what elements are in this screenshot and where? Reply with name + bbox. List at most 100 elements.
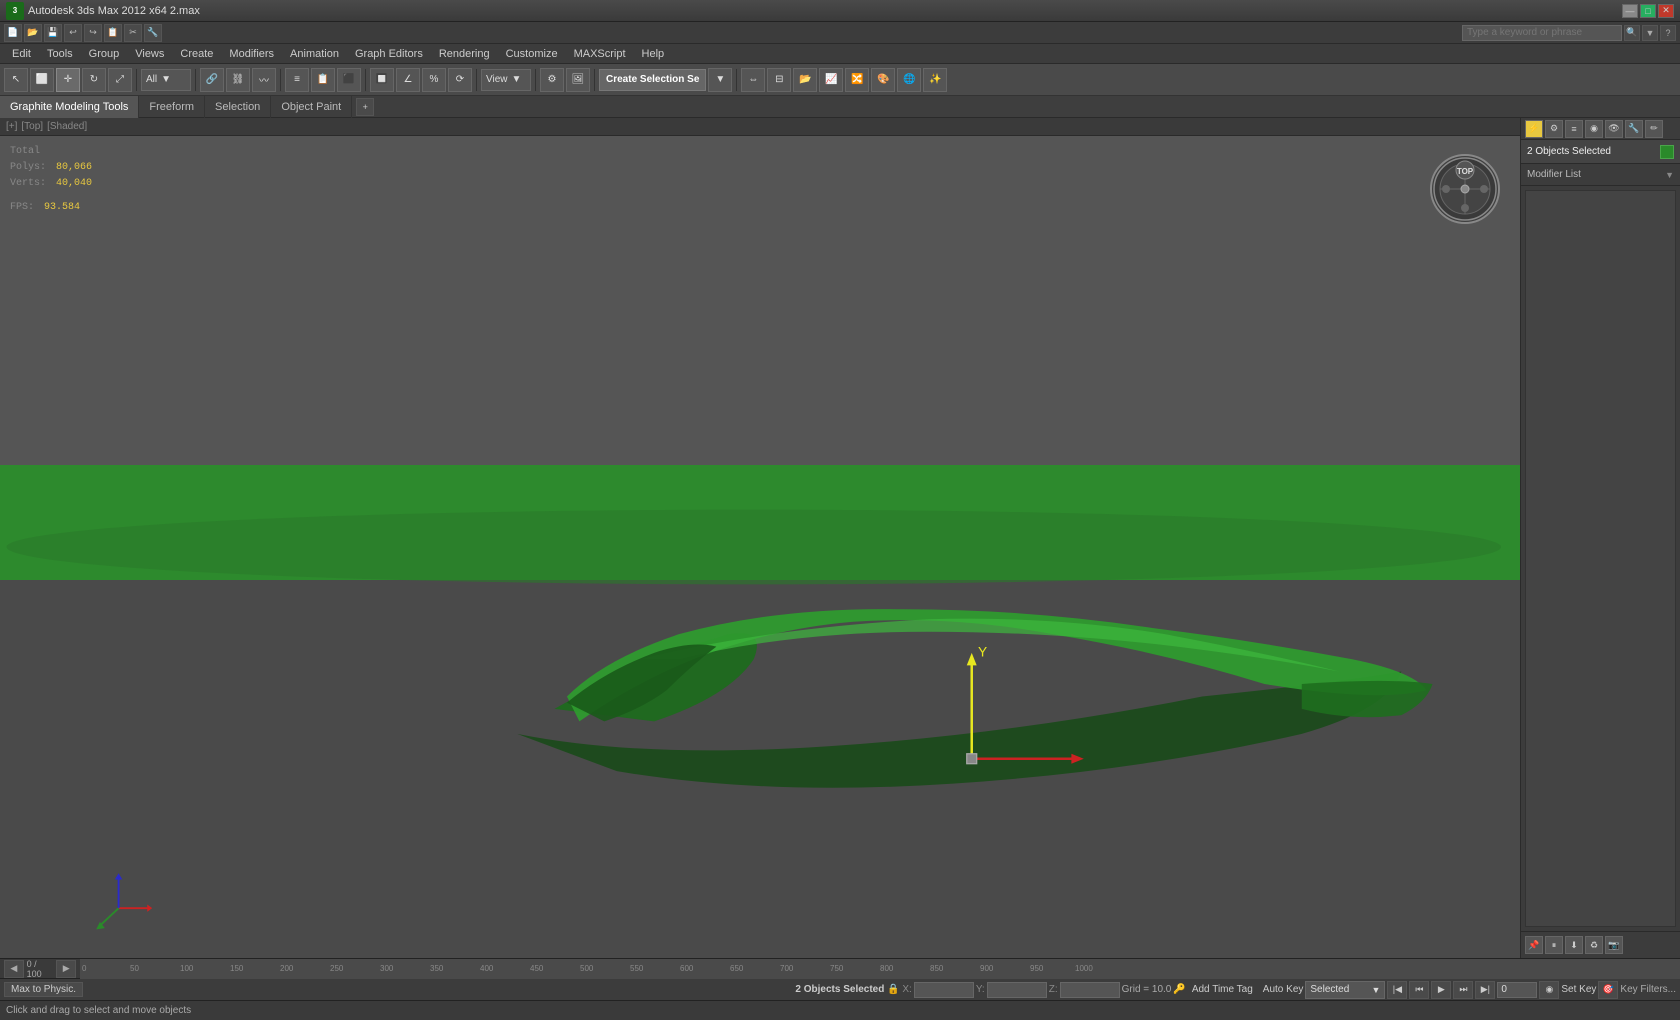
close-button[interactable]: ✕ <box>1658 4 1674 18</box>
render-env-btn[interactable]: 🌐 <box>897 68 921 92</box>
panel-icon-extra[interactable]: ✏ <box>1645 120 1663 138</box>
separator-5 <box>476 69 477 91</box>
bind-space-warp-btn[interactable]: 〰 <box>252 68 276 92</box>
menu-animation[interactable]: Animation <box>282 44 347 64</box>
scale-btn[interactable]: ⤢ <box>108 68 132 92</box>
down-arrow-btn[interactable]: ⬇ <box>1565 936 1583 954</box>
create-selection-button[interactable]: Create Selection Se <box>599 69 706 91</box>
toolbar-btn-7[interactable]: 🔧 <box>144 24 162 42</box>
maximize-button[interactable]: □ <box>1640 4 1656 18</box>
menu-views[interactable]: Views <box>127 44 172 64</box>
first-frame-btn[interactable]: |◀ <box>1387 981 1407 999</box>
window-crossing-btn[interactable]: ⬛ <box>337 68 361 92</box>
tab-selection[interactable]: Selection <box>205 96 271 118</box>
link-btn[interactable]: 🔗 <box>200 68 224 92</box>
search-button[interactable]: 🔍 <box>1624 25 1640 41</box>
layer-mgr-btn[interactable]: 📂 <box>793 68 817 92</box>
select-name-btn[interactable]: 📋 <box>311 68 335 92</box>
panel-icon-motion[interactable]: ◉ <box>1585 120 1603 138</box>
panel-icon-hierarchy[interactable]: ≡ <box>1565 120 1583 138</box>
svg-text:800: 800 <box>880 964 894 973</box>
next-frame-btn[interactable]: ▶ <box>56 960 76 978</box>
gizmo-compass[interactable]: TOP <box>1430 154 1500 224</box>
prev-key-btn[interactable]: ⏮ <box>1409 981 1429 999</box>
help-button[interactable]: ? <box>1660 25 1676 41</box>
render-effects-btn[interactable]: ✨ <box>923 68 947 92</box>
menu-help[interactable]: Help <box>634 44 673 64</box>
fps-label: FPS: <box>10 202 34 213</box>
spinner-snap-btn[interactable]: ⟳ <box>448 68 472 92</box>
select-object-btn[interactable]: ↖ <box>4 68 28 92</box>
svg-text:600: 600 <box>680 964 694 973</box>
minimize-button[interactable]: — <box>1622 4 1638 18</box>
separator-7 <box>594 69 595 91</box>
percent-snap-btn[interactable]: % <box>422 68 446 92</box>
z-coord-input[interactable] <box>1060 982 1120 998</box>
timeline-ruler[interactable]: 0 50 100 150 200 250 300 350 400 450 500… <box>80 959 1680 978</box>
modifier-list-bar[interactable]: Modifier List ▼ <box>1521 164 1680 186</box>
tab-freeform[interactable]: Freeform <box>139 96 205 118</box>
menu-rendering[interactable]: Rendering <box>431 44 498 64</box>
menu-tools[interactable]: Tools <box>39 44 81 64</box>
undo-button[interactable]: ↩ <box>64 24 82 42</box>
autokey-dropdown[interactable]: Selected ▼ <box>1305 981 1385 999</box>
set-key-btn[interactable]: ◉ <box>1539 981 1559 999</box>
menu-graph-editors[interactable]: Graph Editors <box>347 44 431 64</box>
tab-object-paint[interactable]: Object Paint <box>271 96 352 118</box>
search-extra-btn[interactable]: ▼ <box>1642 25 1658 41</box>
camera-btn[interactable]: 📷 <box>1605 936 1623 954</box>
3d-viewport[interactable]: Y <box>0 136 1520 958</box>
track-view-btn[interactable]: 📈 <box>819 68 843 92</box>
viewport-header[interactable]: [+] [Top] [Shaded] <box>0 118 1520 136</box>
panel-icon-modify[interactable]: ⚙ <box>1545 120 1563 138</box>
key-filters-btn[interactable]: 🎯 <box>1598 981 1618 999</box>
menu-customize[interactable]: Customize <box>498 44 566 64</box>
search-input[interactable] <box>1462 25 1622 41</box>
pause-btn[interactable]: ⏸ <box>1545 936 1563 954</box>
max-physc-button[interactable]: Max to Physic. <box>4 982 83 997</box>
x-coord-input[interactable] <box>914 982 974 998</box>
y-coord-input[interactable] <box>987 982 1047 998</box>
angle-snap-btn[interactable]: ∠ <box>396 68 420 92</box>
schematic-view-btn[interactable]: 🔀 <box>845 68 869 92</box>
render-frame-btn[interactable]: 🖼 <box>566 68 590 92</box>
next-key-btn[interactable]: ⏭ <box>1453 981 1473 999</box>
svg-text:100: 100 <box>180 964 194 973</box>
rotate-btn[interactable]: ↻ <box>82 68 106 92</box>
tab-graphite[interactable]: Graphite Modeling Tools <box>0 96 139 118</box>
view-dropdown[interactable]: View ▼ <box>481 69 531 91</box>
snap-toggle-btn[interactable]: 🔲 <box>370 68 394 92</box>
pin-stack-btn[interactable]: 📌 <box>1525 936 1543 954</box>
render-setup-btn[interactable]: ⚙ <box>540 68 564 92</box>
move-btn[interactable]: ✛ <box>56 68 80 92</box>
toolbar-btn-6[interactable]: ✂ <box>124 24 142 42</box>
menu-edit[interactable]: Edit <box>4 44 39 64</box>
open-file-button[interactable]: 📂 <box>24 24 42 42</box>
play-btn[interactable]: ▶ <box>1431 981 1451 999</box>
menu-modifiers[interactable]: Modifiers <box>221 44 282 64</box>
named-sel-btn[interactable]: ▼ <box>708 68 732 92</box>
lock-icon[interactable]: 🔒 <box>886 983 900 997</box>
sub-tab-extra-btn[interactable]: + <box>356 98 374 116</box>
last-frame-btn[interactable]: ▶| <box>1475 981 1495 999</box>
menu-group[interactable]: Group <box>81 44 128 64</box>
redo-button[interactable]: ↪ <box>84 24 102 42</box>
menu-create[interactable]: Create <box>172 44 221 64</box>
select-all-dropdown[interactable]: All ▼ <box>141 69 191 91</box>
filter-dropdown-btn[interactable]: ≡ <box>285 68 309 92</box>
menu-maxscript[interactable]: MAXScript <box>566 44 634 64</box>
current-frame-input[interactable] <box>1497 982 1537 998</box>
panel-icon-display[interactable]: 👁 <box>1605 120 1623 138</box>
toolbar-btn-5[interactable]: 📋 <box>104 24 122 42</box>
prev-frame-btn[interactable]: ◀ <box>4 960 24 978</box>
panel-icon-utilities[interactable]: 🔧 <box>1625 120 1643 138</box>
material-editor-btn[interactable]: 🎨 <box>871 68 895 92</box>
new-file-button[interactable]: 📄 <box>4 24 22 42</box>
select-region-btn[interactable]: ⬜ <box>30 68 54 92</box>
save-file-button[interactable]: 💾 <box>44 24 62 42</box>
panel-icon-create[interactable]: ⚡ <box>1525 120 1543 138</box>
recycle-btn[interactable]: ♻ <box>1585 936 1603 954</box>
mirror-btn[interactable]: ⇔ <box>741 68 765 92</box>
unlink-btn[interactable]: ⛓ <box>226 68 250 92</box>
align-btn[interactable]: ⊟ <box>767 68 791 92</box>
